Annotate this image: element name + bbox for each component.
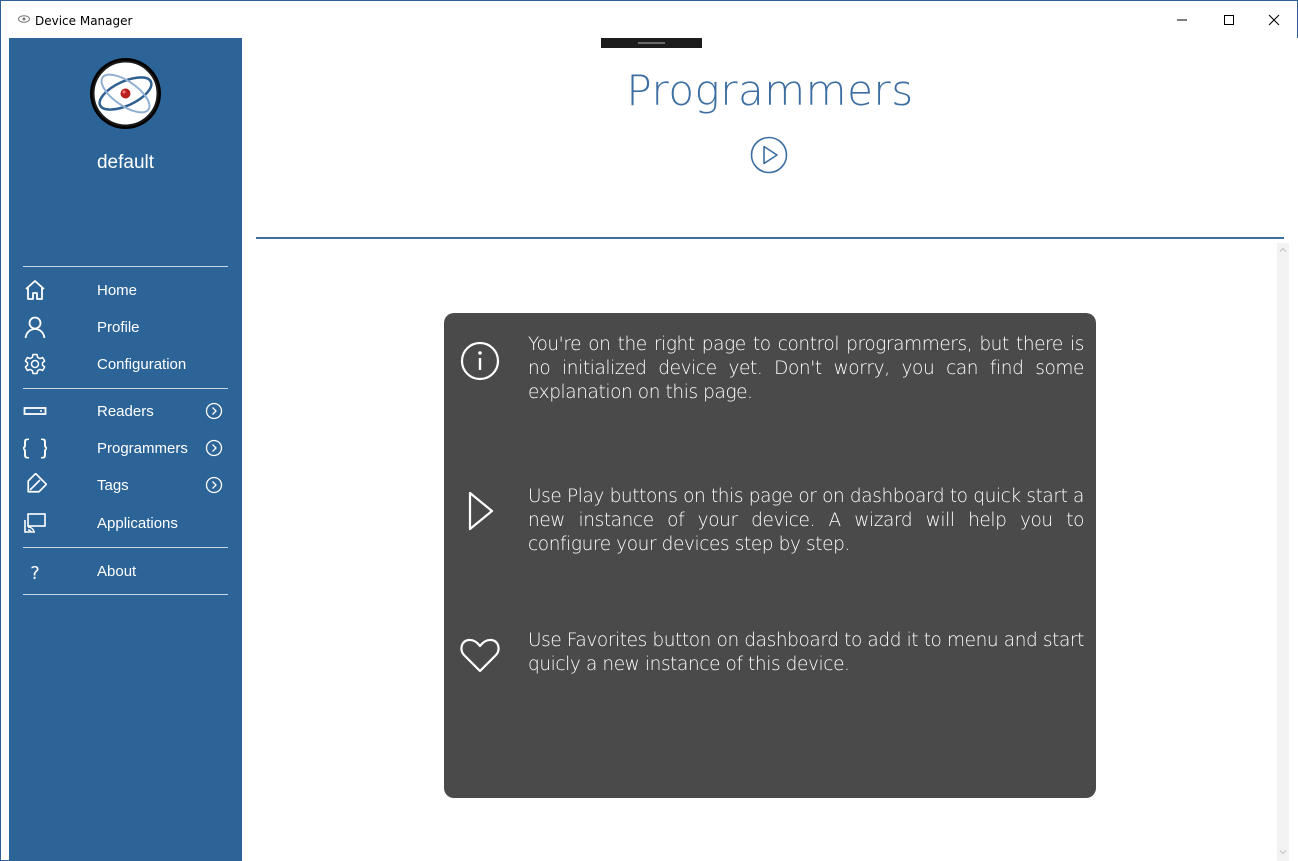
info-text: Use Play buttons on this page or on dash… [528,486,1084,555]
chevron-right-icon[interactable] [205,402,223,420]
cast-icon [24,513,46,533]
minimize-icon [1177,19,1187,20]
gear-icon [24,353,46,375]
question-icon: ? [30,563,40,583]
sidebar-item-home[interactable]: Home [9,274,242,308]
minimize-button[interactable] [1159,1,1205,38]
info-card: You're on the right page to control prog… [444,313,1096,798]
info-text: Use Favorites button on dashboard to add… [528,630,1084,675]
play-icon [468,491,494,531]
play-circle-icon[interactable] [750,136,788,174]
page-title: Programmers [626,66,914,115]
app-logo [92,60,159,127]
app-window: Device Manager default Home Profile Conf… [0,0,1298,861]
svg-text:?: ? [30,563,40,583]
scroll-down-icon[interactable] [1277,847,1289,857]
braces-icon: { } [23,436,47,460]
maximize-button[interactable] [1206,1,1252,38]
sidebar-item-label: Readers [97,403,154,420]
sidebar-item-label: Home [97,282,138,299]
home-icon [25,280,45,300]
sidebar-item-label: Applications [97,515,178,532]
sidebar-item-label: Configuration [97,356,187,373]
sidebar-item-configuration[interactable]: Configuration [9,348,242,382]
sidebar-item-programmers[interactable]: { } Programmers [9,432,242,466]
vertical-scrollbar[interactable] [1277,243,1289,861]
sidebar-item-tags[interactable]: Tags [9,469,242,503]
sidebar-item-profile[interactable]: Profile [9,311,242,345]
app-icon [18,15,30,23]
sidebar-item-readers[interactable]: Readers [9,395,242,429]
sidebar-item-label: Tags [97,477,129,494]
main-content: Programmers You're on the right page to … [242,38,1298,861]
sidebar-item-applications[interactable]: Applications [9,507,242,541]
close-icon [1268,14,1280,25]
sidebar-item-label: Profile [97,319,140,336]
info-icon [460,341,500,381]
sidebar-item-label: Programmers [97,440,188,457]
tag-icon [27,473,47,493]
header-divider [256,237,1284,239]
maximize-icon [1224,14,1234,25]
grip-bar [638,42,665,44]
sidebar-divider [23,547,228,548]
title-bar: Device Manager [1,1,1297,38]
svg-text:{ }: { } [23,436,47,460]
chevron-right-icon[interactable] [205,476,223,494]
reader-icon [23,407,47,415]
sidebar-divider [23,594,228,595]
sidebar: default Home Profile Configuration Reade… [9,38,242,861]
info-text: You're on the right page to control prog… [528,334,1084,403]
sidebar-item-about[interactable]: ? About [9,555,242,589]
profile-name[interactable]: default [9,152,242,174]
heart-icon [460,638,500,673]
user-icon [24,316,46,339]
window-title: Device Manager [35,14,133,28]
sidebar-divider [23,266,228,267]
chevron-right-icon[interactable] [205,439,223,457]
scroll-up-icon[interactable] [1277,245,1289,255]
sidebar-divider [23,388,228,389]
close-button[interactable] [1251,1,1297,38]
avatar[interactable] [90,58,161,129]
drag-handle[interactable] [601,38,702,48]
sidebar-item-label: About [97,563,137,580]
